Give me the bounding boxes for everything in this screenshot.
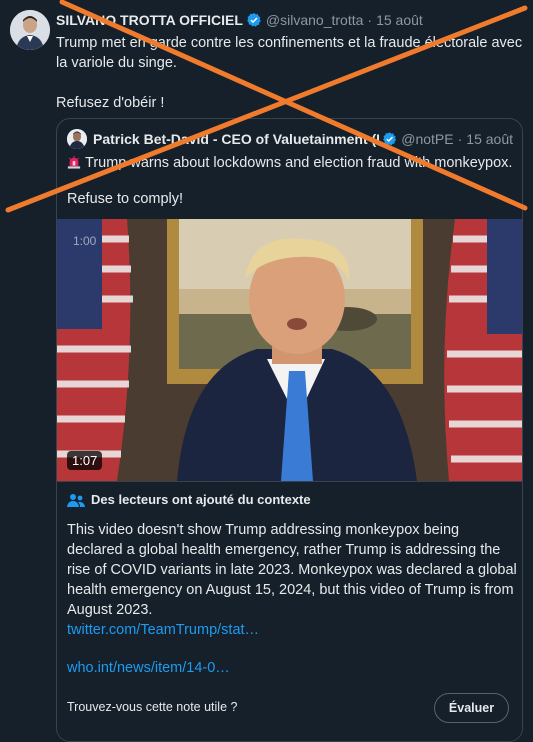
tweet-date[interactable]: 15 août <box>376 12 423 28</box>
quoted-avatar[interactable] <box>67 129 87 149</box>
community-note-body: This video doesn't show Trump addressing… <box>67 522 517 618</box>
rate-button[interactable]: Évaluer <box>434 693 509 723</box>
video-counter: 1:00 <box>73 234 97 248</box>
quoted-handle[interactable]: @notPE <box>401 131 453 147</box>
quoted-date[interactable]: 15 août <box>466 131 513 147</box>
separator-dot: · <box>367 12 373 28</box>
tweet-text: Trump met en garde contre les confinemen… <box>56 33 526 113</box>
quoted-text: Trump warns about lockdowns and election… <box>67 153 513 209</box>
community-note: Des lecteurs ont ajouté du contexte This… <box>57 481 522 741</box>
tweet: SILVANO TROTTA OFFICIEL @silvano_trotta … <box>0 0 533 742</box>
note-helpful-question: Trouvez-vous cette note utile ? <box>67 700 238 714</box>
tweet-text-line-1: Trump met en garde contre les confinemen… <box>56 35 523 71</box>
video-player[interactable]: 1:00 1:07 <box>57 219 522 481</box>
people-icon <box>67 493 85 507</box>
author-name[interactable]: SILVANO TROTTA OFFICIEL <box>56 12 243 28</box>
source-link-1[interactable]: twitter.com/TeamTrump/stat… <box>67 622 259 638</box>
verified-badge-icon <box>247 13 261 27</box>
quoted-author-name[interactable]: Patrick Bet-David - CEO of Valuetainment… <box>93 131 379 147</box>
siren-icon <box>67 155 81 169</box>
quoted-text-line-2: Refuse to comply! <box>67 191 184 207</box>
source-link-2[interactable]: who.int/news/item/14-0… <box>67 660 230 676</box>
quoted-header: Patrick Bet-David - CEO of Valuetainment… <box>67 129 513 149</box>
video-duration: 1:07 <box>67 451 103 470</box>
quoted-tweet[interactable]: Patrick Bet-David - CEO of Valuetainment… <box>56 118 523 742</box>
separator-dot: · <box>457 131 463 147</box>
tweet-text-line-2: Refusez d'obéir ! <box>56 95 165 111</box>
quoted-text-line-1: Trump warns about lockdowns and election… <box>85 155 513 171</box>
community-note-header: Des lecteurs ont ajouté du contexte <box>67 492 311 507</box>
avatar[interactable] <box>10 10 50 50</box>
verified-badge-icon <box>383 132 397 146</box>
author-handle[interactable]: @silvano_trotta <box>266 12 363 28</box>
video-frame <box>57 219 522 481</box>
tweet-header: SILVANO TROTTA OFFICIEL @silvano_trotta … <box>56 12 423 28</box>
community-note-title: Des lecteurs ont ajouté du contexte <box>91 492 311 507</box>
